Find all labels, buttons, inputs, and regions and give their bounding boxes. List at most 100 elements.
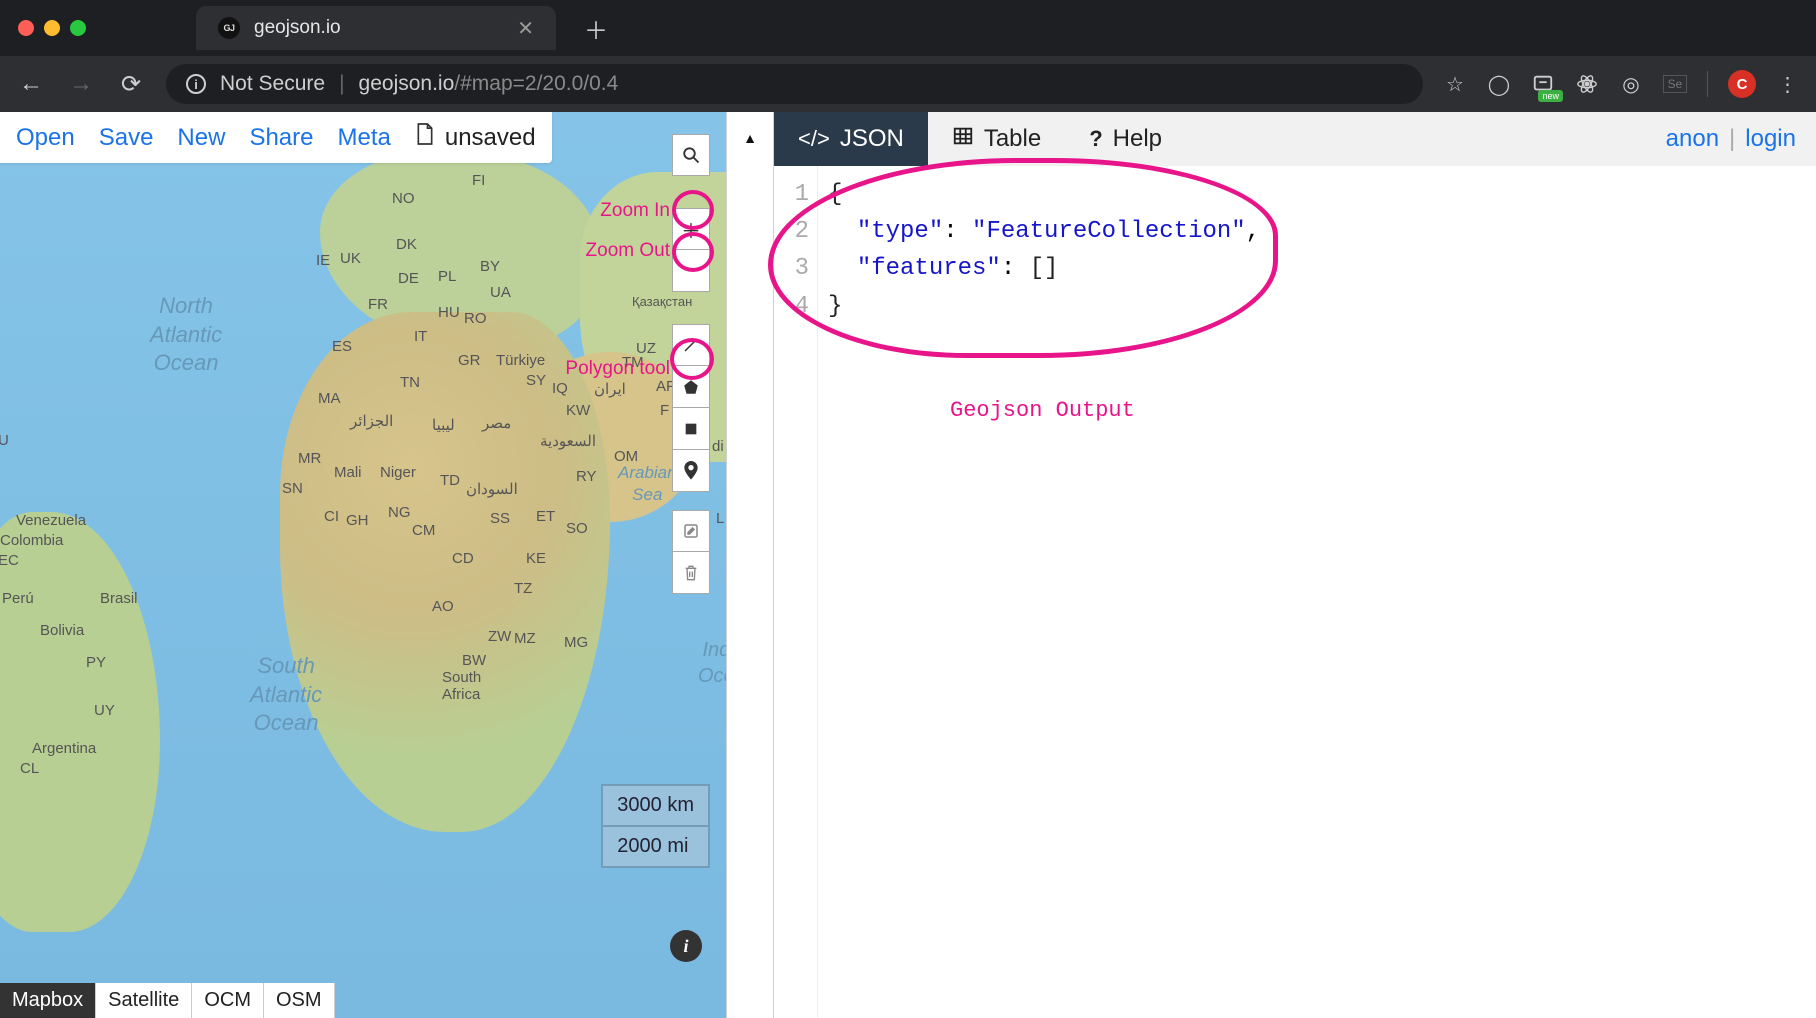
- star-icon[interactable]: ☆: [1443, 72, 1467, 96]
- country-label: Türkiye: [496, 352, 545, 369]
- country-label: MR: [298, 450, 321, 467]
- tab-table[interactable]: Table: [928, 112, 1065, 166]
- zoom-in-button[interactable]: ＋: [672, 208, 710, 250]
- reload-button[interactable]: ⟳: [116, 70, 146, 99]
- meta-button[interactable]: Meta: [337, 124, 390, 152]
- window-minimize-icon[interactable]: [44, 20, 60, 36]
- country-label: CD: [452, 550, 474, 567]
- delete-tool-button[interactable]: [672, 552, 710, 594]
- country-label: PL: [438, 268, 456, 285]
- search-button[interactable]: [672, 134, 710, 176]
- browser-menu-icon[interactable]: ⋮: [1776, 72, 1800, 96]
- window-close-icon[interactable]: [18, 20, 34, 36]
- basemap-ocm[interactable]: OCM: [192, 983, 264, 1018]
- country-label: TD: [440, 472, 460, 489]
- annotation-label: Polygon tool: [565, 358, 670, 380]
- edit-tool-button[interactable]: [672, 510, 710, 552]
- code-icon: </>: [798, 126, 830, 152]
- extension-target-icon[interactable]: ◎: [1619, 72, 1643, 96]
- basemap-switcher: Mapbox Satellite OCM OSM: [0, 983, 335, 1018]
- country-label: ليبيا: [432, 416, 455, 434]
- browser-tab[interactable]: GJ geojson.io ✕: [196, 6, 556, 50]
- country-label: IQ: [552, 380, 568, 397]
- country-label: BY: [480, 258, 500, 275]
- country-label: UK: [340, 250, 361, 267]
- country-label: ZW: [488, 628, 511, 645]
- country-label: IE: [316, 252, 330, 269]
- ocean-label: SouthAtlanticOcean: [250, 652, 322, 738]
- extension-circle-icon[interactable]: ◯: [1487, 72, 1511, 96]
- json-editor[interactable]: 1 2 3 4 { "type": "FeatureCollection", "…: [774, 166, 1816, 1018]
- new-tab-button[interactable]: ＋: [584, 11, 608, 46]
- country-label: Mali: [334, 464, 362, 481]
- extension-react-icon[interactable]: [1575, 72, 1599, 96]
- extension-divider: [1707, 71, 1708, 97]
- ocean-label: NorthAtlanticOcean: [150, 292, 222, 378]
- country-label: OM: [614, 448, 638, 465]
- login-link[interactable]: login: [1745, 125, 1796, 153]
- country-label: Niger: [380, 464, 416, 481]
- basemap-satellite[interactable]: Satellite: [96, 983, 192, 1018]
- tab-help[interactable]: ? Help: [1065, 112, 1186, 166]
- collapse-caret-icon[interactable]: ▲: [743, 130, 757, 146]
- table-icon: [952, 125, 974, 153]
- panel-tabs: </> JSON Table ? Help anon | login: [774, 112, 1816, 166]
- country-label: U: [0, 432, 9, 449]
- url-divider: |: [339, 72, 344, 96]
- country-label: PY: [86, 654, 106, 671]
- country-label: Perú: [2, 590, 34, 607]
- country-label: MG: [564, 634, 588, 651]
- country-label: CM: [412, 522, 435, 539]
- tab-json[interactable]: </> JSON: [774, 112, 928, 166]
- panel-divider[interactable]: ▲: [726, 112, 774, 1018]
- country-label: SO: [566, 520, 588, 537]
- map-pane[interactable]: NorthAtlanticOcean SouthAtlanticOcean Ar…: [0, 112, 726, 1018]
- back-button[interactable]: ←: [16, 70, 46, 98]
- country-label: GR: [458, 352, 481, 369]
- extension-badge: new: [1538, 90, 1563, 102]
- save-button[interactable]: Save: [99, 124, 154, 152]
- share-button[interactable]: Share: [249, 124, 313, 152]
- profile-avatar[interactable]: C: [1728, 70, 1756, 98]
- extension-translate-icon[interactable]: new: [1531, 72, 1555, 96]
- country-label: CI: [324, 508, 339, 525]
- forward-button[interactable]: →: [66, 70, 96, 98]
- extension-se-icon[interactable]: Se: [1663, 75, 1687, 93]
- anon-link[interactable]: anon: [1666, 125, 1719, 153]
- polygon-tool-button[interactable]: [672, 366, 710, 408]
- tab-title: geojson.io: [254, 17, 503, 39]
- address-bar-row: ← → ⟳ i Not Secure | geojson.io/#map=2/2…: [0, 56, 1816, 112]
- file-status: unsaved: [415, 122, 536, 153]
- rectangle-tool-button[interactable]: [672, 408, 710, 450]
- country-label: IT: [414, 328, 427, 345]
- country-label: SN: [282, 480, 303, 497]
- country-label: ایران: [594, 380, 626, 398]
- url-bar[interactable]: i Not Secure | geojson.io/#map=2/20.0/0.…: [166, 64, 1423, 104]
- favicon-icon: GJ: [218, 17, 240, 39]
- country-label: FI: [472, 172, 485, 189]
- browser-titlebar: GJ geojson.io ✕ ＋: [0, 0, 1816, 56]
- country-label: SouthAfrica: [442, 670, 481, 703]
- window-maximize-icon[interactable]: [70, 20, 86, 36]
- zoom-out-button[interactable]: −: [672, 250, 710, 292]
- marker-tool-button[interactable]: [672, 450, 710, 492]
- country-label: MA: [318, 390, 341, 407]
- basemap-osm[interactable]: OSM: [264, 983, 335, 1018]
- user-status: anon | login: [1666, 125, 1816, 153]
- country-label: DE: [398, 270, 419, 287]
- annotation-label: Zoom In: [600, 200, 670, 222]
- open-button[interactable]: Open: [16, 124, 75, 152]
- site-info-icon[interactable]: i: [186, 74, 206, 94]
- country-label: SS: [490, 510, 510, 527]
- basemap-mapbox[interactable]: Mapbox: [0, 983, 96, 1018]
- ocean-label: IndOce: [698, 637, 726, 689]
- info-button[interactable]: i: [670, 930, 702, 962]
- country-label: GH: [346, 512, 369, 529]
- tab-close-icon[interactable]: ✕: [517, 16, 534, 41]
- editor-code[interactable]: { "type": "FeatureCollection", "features…: [818, 166, 1260, 1018]
- app-toolbar: Open Save New Share Meta unsaved: [0, 112, 552, 163]
- country-label: EC: [0, 552, 19, 569]
- new-button[interactable]: New: [177, 124, 225, 152]
- line-tool-button[interactable]: [672, 324, 710, 366]
- scale-mi: 2000 mi: [603, 827, 708, 866]
